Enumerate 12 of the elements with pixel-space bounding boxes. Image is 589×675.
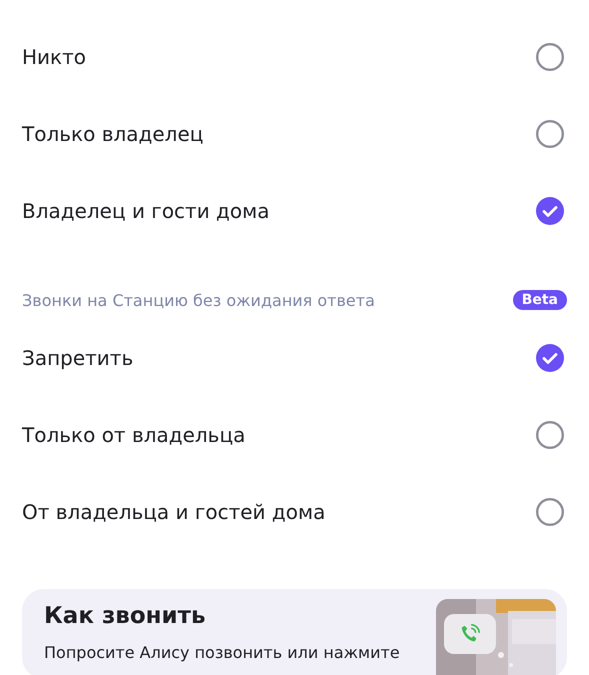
radio-option[interactable]: Только от владельца <box>22 396 567 473</box>
radio-option[interactable]: Запретить <box>22 319 567 396</box>
call-button[interactable] <box>444 614 496 654</box>
how-to-call-card[interactable]: Как звонить Попросите Алису позвонить или нажмите <box>22 589 567 675</box>
radio-option[interactable]: Только владелец <box>22 95 567 172</box>
radio-option[interactable]: Никто <box>22 18 567 95</box>
section-title: Звонки на Станцию без ожидания ответа <box>22 290 375 310</box>
card-title: Как звонить <box>44 603 207 629</box>
card-text: Попросите Алису позвонить или нажмите <box>44 643 400 662</box>
radio-option[interactable]: Владелец и гости дома <box>22 172 567 249</box>
radio-option[interactable]: От владельца и гостей дома <box>22 473 567 550</box>
beta-badge: Beta <box>512 290 567 310</box>
